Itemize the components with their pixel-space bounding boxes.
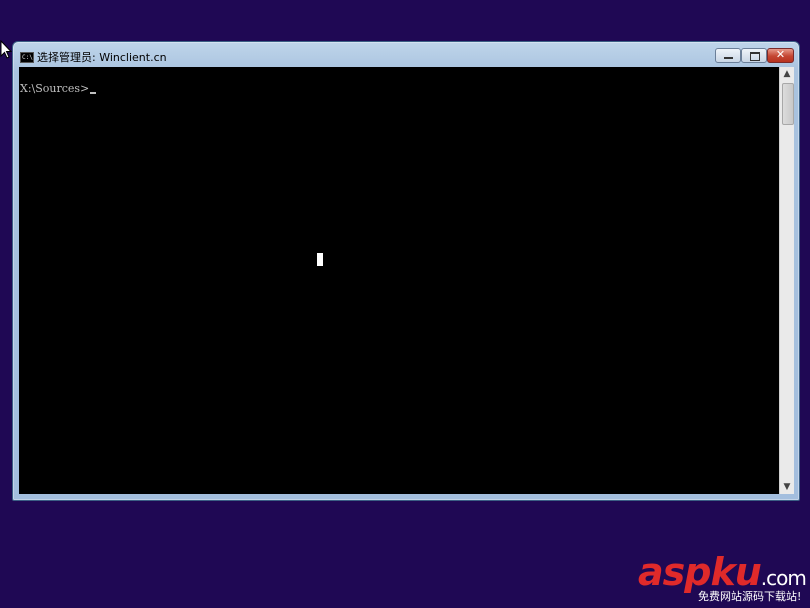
mouse-pointer-icon (0, 40, 12, 59)
maximize-button[interactable] (741, 48, 767, 63)
watermark: aspku.com 免费网站源码下载站! (638, 552, 808, 606)
text-cursor (90, 92, 97, 94)
close-icon: ✕ (775, 48, 786, 61)
window-title: 选择管理员: Winclient.cn (37, 51, 167, 64)
console-area[interactable]: X:\Sources> (19, 67, 779, 494)
minimize-button[interactable] (715, 48, 741, 63)
title-bar[interactable]: C:\ 选择管理员: Winclient.cn ✕ (13, 42, 799, 68)
command-prompt-window[interactable]: C:\ 选择管理员: Winclient.cn ✕ X:\Sources> ▲ … (12, 41, 800, 501)
maximize-icon (750, 52, 760, 61)
scroll-up-icon[interactable]: ▲ (780, 67, 794, 81)
block-cursor (317, 253, 323, 266)
watermark-tagline: 免费网站源码下载站! (698, 590, 802, 603)
minimize-icon (724, 57, 733, 59)
vertical-scrollbar[interactable]: ▲ ▼ (779, 67, 794, 494)
command-prompt-line: X:\Sources> (20, 82, 97, 95)
prompt-text: X:\Sources> (20, 82, 90, 95)
cmd-icon: C:\ (20, 52, 34, 63)
scroll-down-icon[interactable]: ▼ (780, 480, 794, 494)
scroll-thumb[interactable] (782, 83, 794, 125)
close-button[interactable]: ✕ (767, 48, 794, 63)
